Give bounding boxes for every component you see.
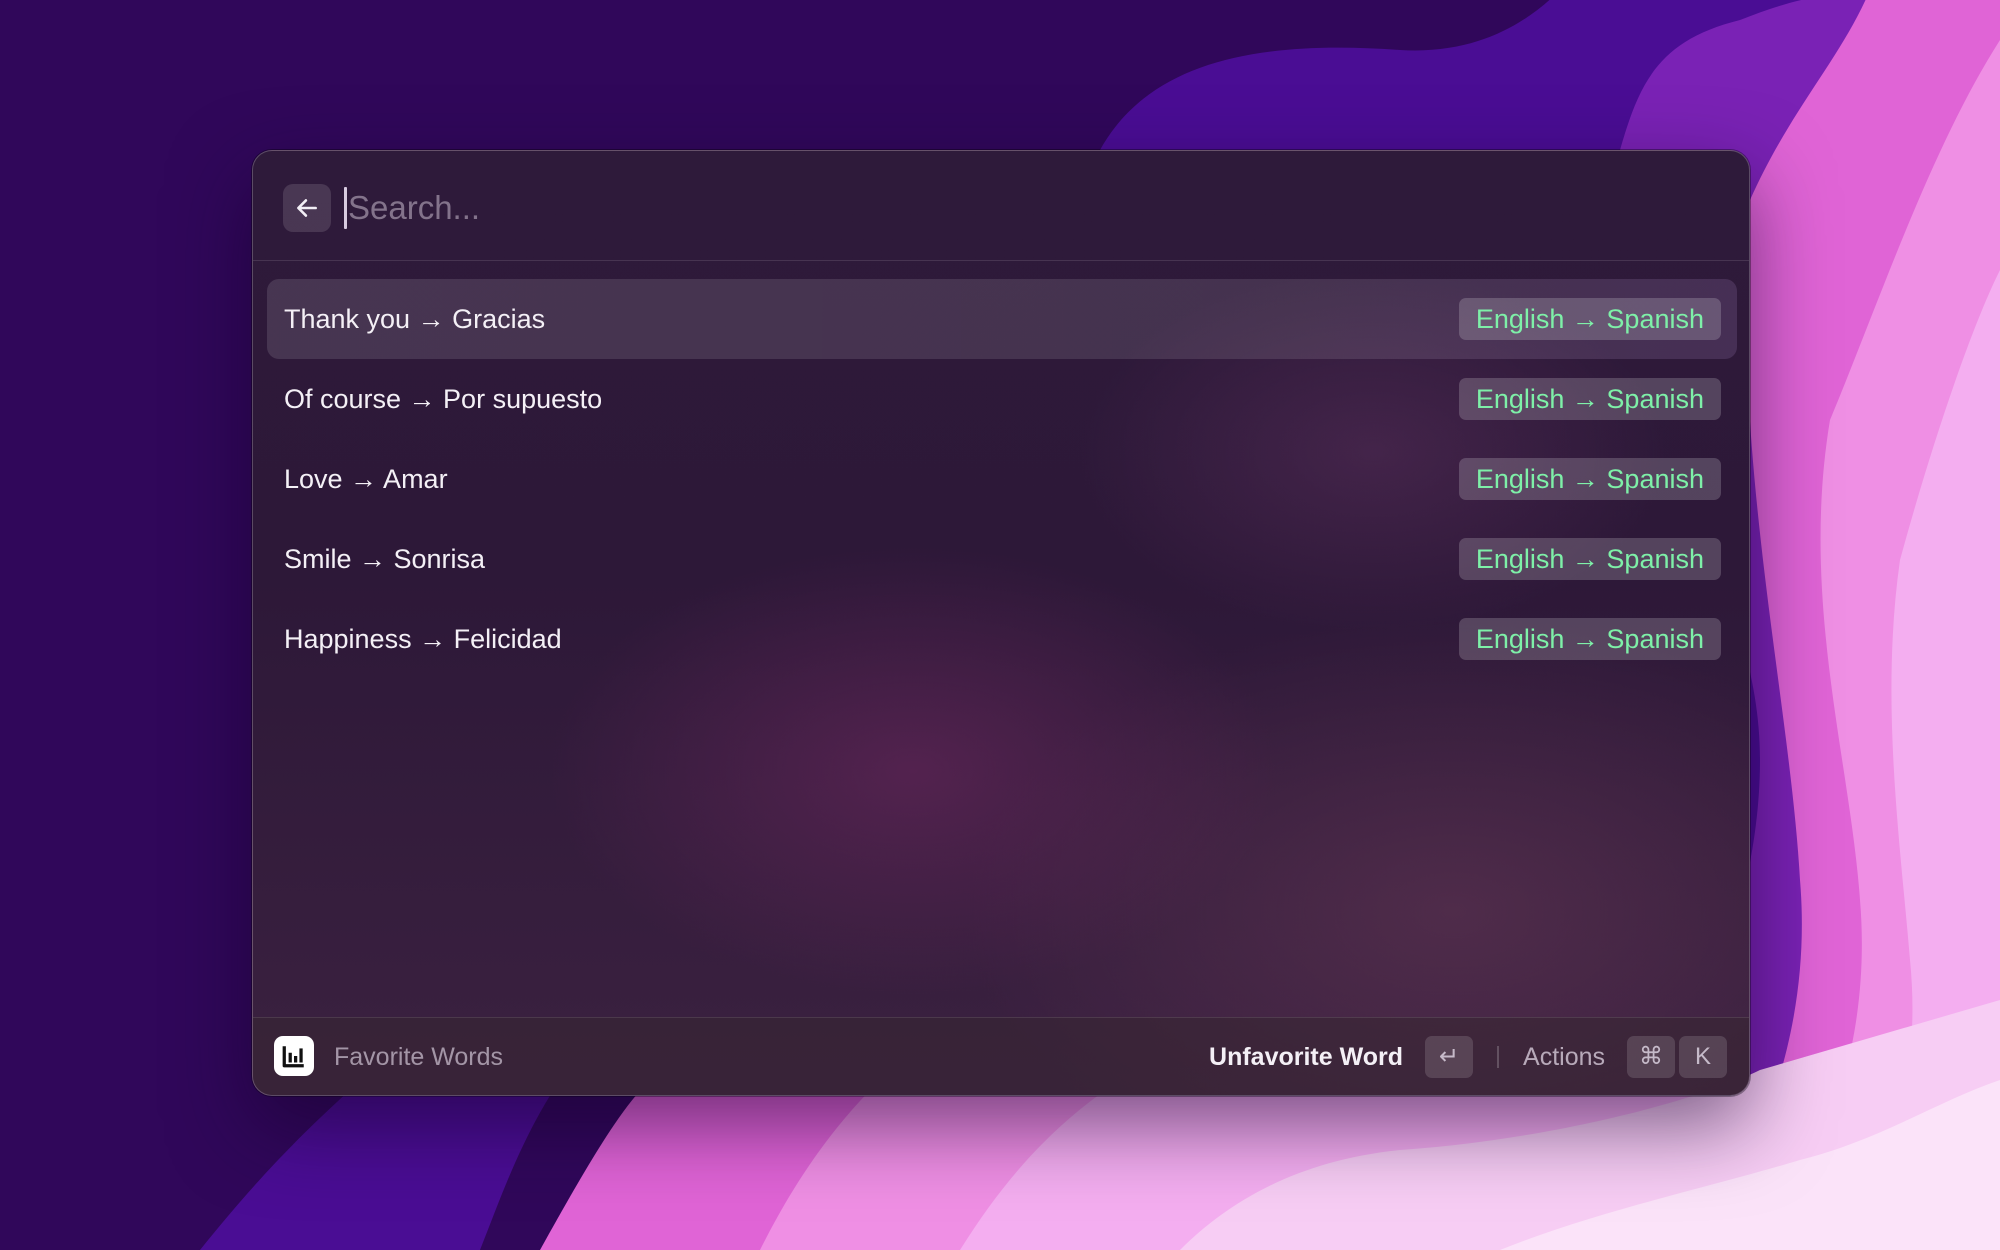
text-caret <box>344 187 347 229</box>
language-pair-tag: English → Spanish <box>1458 458 1721 500</box>
launcher-window: Thank you → Gracias English → Spanish Of… <box>252 150 1750 1096</box>
language-pair-tag: English → Spanish <box>1458 378 1721 420</box>
list-item[interactable]: Smile → Sonrisa English → Spanish <box>267 519 1737 599</box>
list-item-title: Love → Amar <box>284 464 448 494</box>
search-bar <box>253 151 1749 261</box>
list-item-title: Happiness → Felicidad <box>284 624 562 654</box>
command-title: Favorite Words <box>334 1043 504 1071</box>
language-pair-tag: English → Spanish <box>1458 298 1721 340</box>
bar-chart-icon <box>282 1046 304 1068</box>
list-item[interactable]: Happiness → Felicidad English → Spanish <box>267 599 1737 679</box>
language-pair-tag: English → Spanish <box>1458 618 1721 660</box>
list-item[interactable]: Thank you → Gracias English → Spanish <box>267 279 1737 359</box>
list-item-title: Thank you → Gracias <box>284 304 546 334</box>
unfavorite-word-button[interactable]: Unfavorite Word <box>1209 1043 1403 1072</box>
command-key-hint: ⌘ <box>1627 1036 1675 1078</box>
results-list: Thank you → Gracias English → Spanish Of… <box>267 279 1737 679</box>
language-pair-tag: English → Spanish <box>1458 538 1721 580</box>
list-item-title: Smile → Sonrisa <box>284 544 486 574</box>
extension-app-icon <box>274 1036 314 1076</box>
k-key-hint: K <box>1679 1036 1727 1078</box>
list-item[interactable]: Of course → Por supuesto English → Spani… <box>267 359 1737 439</box>
search-input[interactable] <box>348 179 1648 237</box>
footer-actions: Unfavorite Word ↵ Actions ⌘ K <box>1209 1018 1727 1095</box>
actions-button[interactable]: Actions <box>1523 1043 1605 1072</box>
list-item[interactable]: Love → Amar English → Spanish <box>267 439 1737 519</box>
action-bar: Favorite Words Unfavorite Word ↵ Actions… <box>253 1017 1749 1095</box>
list-item-title: Of course → Por supuesto <box>284 384 603 414</box>
divider <box>1497 1046 1500 1068</box>
arrow-left-icon <box>297 199 317 217</box>
back-button[interactable] <box>283 184 331 232</box>
return-key-hint: ↵ <box>1425 1036 1474 1078</box>
